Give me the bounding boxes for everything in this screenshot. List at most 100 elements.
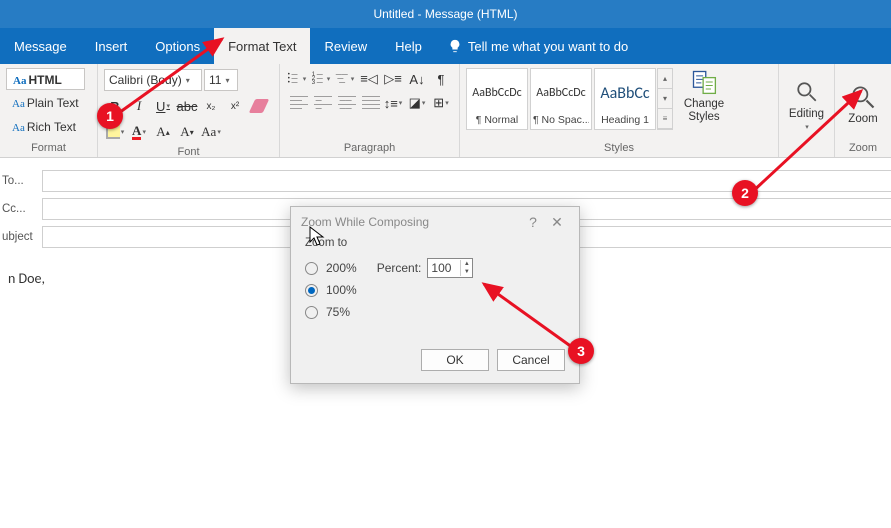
menu-message[interactable]: Message	[0, 28, 81, 64]
group-zoom: Zoom Zoom	[835, 64, 891, 157]
radio-icon	[305, 262, 318, 275]
window-title: Untitled - Message (HTML)	[373, 7, 517, 21]
font-name-combo[interactable]: Calibri (Body)▾	[104, 69, 202, 91]
group-paragraph-label: Paragraph	[286, 140, 453, 157]
group-format-label: Format	[6, 140, 91, 157]
superscript-button[interactable]: x²	[224, 95, 246, 117]
menu-review[interactable]: Review	[310, 28, 381, 64]
line-spacing-button[interactable]: ↕≡▾	[382, 92, 404, 114]
highlight-button[interactable]: ▾	[104, 121, 126, 143]
ok-button[interactable]: OK	[421, 349, 489, 371]
zoom-to-label: Zoom to	[305, 237, 565, 249]
to-field[interactable]	[42, 170, 891, 192]
multilevel-list-button[interactable]: ▾	[334, 68, 356, 90]
help-icon[interactable]: ?	[521, 214, 545, 230]
lightbulb-icon	[448, 39, 462, 53]
styles-scroll[interactable]: ▴ ▾ ≡	[657, 68, 673, 130]
tell-me-label: Tell me what you want to do	[468, 39, 628, 54]
ribbon: AaHTML AaPlain Text AaRich Text Format C…	[0, 64, 891, 158]
subject-label: ubject	[0, 231, 42, 243]
highlight-icon	[106, 125, 120, 139]
tell-me-search[interactable]: Tell me what you want to do	[436, 39, 640, 54]
spinner-down-icon[interactable]: ▼	[461, 268, 472, 276]
number-list-button[interactable]: ▾	[310, 68, 332, 90]
menu-options[interactable]: Options	[141, 28, 214, 64]
font-size-combo[interactable]: 11▾	[204, 69, 238, 91]
radio-icon	[305, 284, 318, 297]
change-styles-button[interactable]: Change Styles	[677, 68, 731, 124]
group-font-label: Font	[104, 144, 273, 161]
sort-button[interactable]: A↓	[406, 68, 428, 90]
bullet-list-button[interactable]: ▾	[286, 68, 308, 90]
align-justify-button[interactable]	[358, 92, 380, 114]
strikethrough-button[interactable]: abc	[176, 95, 198, 117]
italic-button[interactable]: I	[128, 95, 150, 117]
menu-format-text[interactable]: Format Text	[214, 28, 310, 64]
group-format: AaHTML AaPlain Text AaRich Text Format	[0, 64, 98, 157]
style-no-spacing[interactable]: AaBbCcDc ¶ No Spac...	[530, 68, 592, 130]
editing-button[interactable]: Editing ▾	[785, 78, 828, 131]
underline-button[interactable]: U▾	[152, 95, 174, 117]
align-justify-icon	[362, 95, 376, 111]
to-label[interactable]: To...	[0, 175, 42, 187]
borders-button[interactable]: ⊞▾	[430, 92, 452, 114]
align-right-button[interactable]	[334, 92, 356, 114]
styles-scroll-down-icon[interactable]: ▾	[658, 89, 672, 109]
dialog-title: Zoom While Composing	[301, 215, 429, 229]
zoom-100-option[interactable]: 100%	[305, 279, 357, 301]
align-center-icon	[314, 95, 328, 111]
zoom-dialog: Zoom While Composing ? ✕ Zoom to 200% 10…	[290, 206, 580, 384]
align-right-icon	[338, 95, 352, 111]
format-html-button[interactable]: AaHTML	[6, 68, 85, 90]
styles-expand-icon[interactable]: ≡	[658, 109, 672, 129]
zoom-200-option[interactable]: 200%	[305, 257, 357, 279]
find-icon	[793, 78, 821, 106]
format-rich-button[interactable]: AaRich Text	[6, 116, 85, 138]
style-heading1[interactable]: AaBbCc Heading 1	[594, 68, 656, 130]
paint-bucket-icon: ◪	[409, 95, 421, 111]
format-plain-button[interactable]: AaPlain Text	[6, 92, 85, 114]
styles-scroll-up-icon[interactable]: ▴	[658, 69, 672, 89]
show-marks-button[interactable]: ¶	[430, 68, 452, 90]
group-styles: AaBbCcDc ¶ Normal AaBbCcDc ¶ No Spac... …	[460, 64, 779, 157]
cancel-button[interactable]: Cancel	[497, 349, 565, 371]
cc-label[interactable]: Cc...	[0, 203, 42, 215]
decrease-indent-button[interactable]: ≡◁	[358, 68, 380, 90]
bullet-list-icon	[288, 73, 302, 85]
close-icon[interactable]: ✕	[545, 214, 569, 231]
group-editing: Editing ▾	[779, 64, 835, 157]
multilevel-list-icon	[336, 73, 350, 85]
group-paragraph: ▾ ▾ ▾ ≡◁ ▷≡ A↓ ¶ ↕≡▾ ◪▾ ⊞▾ Paragraph	[280, 64, 460, 157]
clear-formatting-button[interactable]	[248, 95, 270, 117]
border-icon: ⊞	[433, 95, 444, 111]
spinner-up-icon[interactable]: ▲	[461, 260, 472, 268]
style-normal[interactable]: AaBbCcDc ¶ Normal	[466, 68, 528, 130]
zoom-75-option[interactable]: 75%	[305, 301, 357, 323]
change-case-button[interactable]: Aa▾	[200, 121, 222, 143]
align-center-button[interactable]	[310, 92, 332, 114]
align-left-icon	[290, 95, 304, 111]
shrink-font-button[interactable]: A▾	[176, 121, 198, 143]
font-color-icon: A	[132, 125, 141, 140]
zoom-button[interactable]: Zoom	[841, 83, 885, 126]
menu-bar: Message Insert Options Format Text Revie…	[0, 28, 891, 64]
font-color-button[interactable]: A▾	[128, 121, 150, 143]
window-title-bar: Untitled - Message (HTML)	[0, 0, 891, 28]
bold-button[interactable]: B	[104, 95, 126, 117]
menu-help[interactable]: Help	[381, 28, 436, 64]
group-zoom-label: Zoom	[841, 140, 885, 157]
group-font: Calibri (Body)▾ 11▾ B I U▾ abc x₂ x² ▾ A…	[98, 64, 280, 157]
number-list-icon	[312, 73, 326, 85]
percent-spinner[interactable]: 100 ▲ ▼	[427, 258, 473, 278]
menu-insert[interactable]: Insert	[81, 28, 142, 64]
increase-indent-button[interactable]: ▷≡	[382, 68, 404, 90]
styles-gallery[interactable]: AaBbCcDc ¶ Normal AaBbCcDc ¶ No Spac... …	[466, 68, 673, 130]
shading-button[interactable]: ◪▾	[406, 92, 428, 114]
group-styles-label: Styles	[466, 140, 772, 157]
grow-font-button[interactable]: A▴	[152, 121, 174, 143]
percent-label: Percent:	[377, 261, 422, 275]
align-left-button[interactable]	[286, 92, 308, 114]
zoom-icon	[849, 83, 877, 111]
change-styles-icon	[690, 68, 718, 96]
subscript-button[interactable]: x₂	[200, 95, 222, 117]
